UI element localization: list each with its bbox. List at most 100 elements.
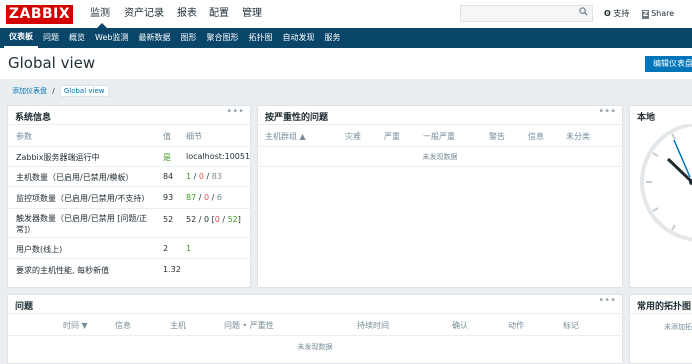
breadcrumb-root[interactable]: 添加仪表盘 <box>12 87 47 95</box>
page-title: Global view <box>8 54 96 72</box>
clock-widget: 本地 <box>629 105 692 288</box>
tab-services[interactable]: 服务 <box>319 28 345 48</box>
favourite-maps-widget: 常用的拓扑图 未添加拓扑图 <box>629 294 692 364</box>
col-time[interactable]: 时间 ▼ <box>63 320 88 331</box>
widget-menu-icon[interactable]: ••• <box>598 295 616 307</box>
table-row: 主机数量（已启用/已禁用/模板） 84 1 / 0 / 83 <box>8 167 250 187</box>
menu-administration[interactable]: 管理 <box>237 0 269 28</box>
row-detail: 52 / 0 [0 / 52] <box>186 215 241 224</box>
no-maps-text: 未添加拓扑图 <box>664 323 692 331</box>
support-label: 支持 <box>613 9 630 18</box>
search-input[interactable] <box>460 5 593 22</box>
row-value: 2 <box>163 244 169 253</box>
col-info: 信息 <box>528 132 544 141</box>
col-problem-severity: 问题 • 严重性 <box>224 321 274 330</box>
tab-graphs[interactable]: 图形 <box>175 28 201 48</box>
widget-header: 系统信息 ••• <box>8 106 250 125</box>
tab-maps[interactable]: 拓扑图 <box>243 28 277 48</box>
menu-monitoring[interactable]: 监测 <box>85 0 119 28</box>
row-param: 主机数量（已启用/已禁用/模板） <box>16 173 134 182</box>
no-data-text: 未发现数据 <box>422 153 458 161</box>
col-tags: 标记 <box>563 321 579 330</box>
page-header: Global view 编辑仪表盘 <box>0 48 692 79</box>
col-warning: 警告 <box>489 132 505 141</box>
table-row: 用户数(线上) 2 1 <box>8 238 250 259</box>
table-header-row: 主机群组 ▲ 灾难 严重 一般严重 警告 信息 未分类 <box>258 125 622 147</box>
share-label: Share <box>651 9 675 18</box>
col-disaster: 灾难 <box>345 132 361 141</box>
table-row: Zabbix服务器端运行中 是 localhost:10051 <box>8 147 250 167</box>
col-ack: 确认 <box>452 321 468 330</box>
col-host: 主机 <box>170 321 186 330</box>
row-detail: 1 / 0 / 83 <box>186 172 222 181</box>
table-row: 触发器数量（已启用/已禁用 [问题/正常]） 52 52 / 0 [0 / 52… <box>8 209 250 238</box>
row-value: 84 <box>163 172 174 181</box>
menu-inventory[interactable]: 资产记录 <box>119 0 172 28</box>
widget-header: 问题 ••• <box>8 295 622 314</box>
problems-by-severity-widget: 按严重性的问题 ••• 主机群组 ▲ 灾难 严重 一般严重 警告 信息 未分类 … <box>257 105 623 288</box>
widget-title: 常用的拓扑图 <box>637 302 692 312</box>
row-detail: localhost:10051 <box>186 152 251 161</box>
row-param: Zabbix服务器端运行中 <box>16 153 100 162</box>
col-value: 值 <box>163 132 171 141</box>
tab-screens[interactable]: 聚合图形 <box>201 28 243 48</box>
breadcrumb-current[interactable]: Global view <box>59 85 109 97</box>
row-param: 用户数(线上) <box>16 245 63 254</box>
widget-menu-icon[interactable]: ••• <box>226 106 244 118</box>
row-param: 监控项数量（已启用/已禁用/不支持） <box>16 194 150 203</box>
tab-dashboard[interactable]: 仪表板 <box>4 28 38 48</box>
widget-title: 按严重性的问题 <box>265 113 329 123</box>
main-menu: 监测 资产记录 报表 配置 管理 <box>85 0 269 28</box>
col-host-group[interactable]: 主机群组 ▲ <box>265 131 306 142</box>
share-icon: Z <box>642 10 650 19</box>
support-link[interactable]: ʘ 支持 <box>604 0 629 28</box>
row-value: 52 <box>163 215 174 224</box>
col-average: 一般严重 <box>423 132 455 141</box>
row-param: 要求的主机性能, 每秒新值 <box>16 266 110 275</box>
row-param: 触发器数量（已启用/已禁用 [问题/正常]） <box>16 214 148 234</box>
col-unclassified: 未分类 <box>566 132 590 141</box>
top-bar: ZABBIX 监测 资产记录 报表 配置 管理 ʘ 支持 Z Share <box>0 0 692 28</box>
search-icon[interactable] <box>579 7 588 21</box>
system-info-widget: 系统信息 ••• 参数 值 细节 Zabbix服务器端运行中 是 localho… <box>7 105 251 288</box>
row-value: 93 <box>163 193 174 202</box>
table-row: 要求的主机性能, 每秒新值 1.32 <box>8 259 250 281</box>
row-detail: 87 / 0 / 6 <box>186 193 222 202</box>
table-row: 监控项数量（已启用/已禁用/不支持） 93 87 / 0 / 6 <box>8 187 250 209</box>
breadcrumb: 添加仪表盘 / Global view <box>12 85 109 97</box>
row-value: 是 <box>163 153 171 162</box>
widget-title: 系统信息 <box>15 113 52 123</box>
problems-widget: 问题 ••• 时间 ▼ 信息 主机 问题 • 严重性 持续时间 确认 动作 标记… <box>7 294 623 364</box>
col-param: 参数 <box>16 132 32 141</box>
divider <box>258 166 622 167</box>
edit-dashboard-button[interactable]: 编辑仪表盘 <box>645 56 692 72</box>
tab-discovery[interactable]: 自动发现 <box>277 28 319 48</box>
no-data-text: 未发现数据 <box>297 343 333 351</box>
row-value: 1.32 <box>163 265 181 274</box>
tab-latest-data[interactable]: 最新数据 <box>133 28 175 48</box>
sub-nav: 仪表板 问题 概览 Web监测 最新数据 图形 聚合图形 拓扑图 自动发现 服务 <box>0 28 692 48</box>
menu-reports[interactable]: 报表 <box>172 0 204 28</box>
col-high: 严重 <box>384 132 400 141</box>
widget-menu-icon[interactable]: ••• <box>598 106 616 118</box>
widget-header: 本地 <box>630 106 692 125</box>
row-detail: 1 <box>186 244 192 253</box>
table-header-row: 时间 ▼ 信息 主机 问题 • 严重性 持续时间 确认 动作 标记 <box>8 314 622 336</box>
support-icon: ʘ <box>604 9 611 18</box>
tab-overview[interactable]: 概览 <box>64 28 90 48</box>
widget-header: 按严重性的问题 ••• <box>258 106 622 125</box>
breadcrumb-separator: / <box>52 87 55 95</box>
col-detail: 细节 <box>186 132 202 141</box>
widget-header: 常用的拓扑图 <box>630 295 692 314</box>
col-duration: 持续时间 <box>357 321 389 330</box>
tab-web[interactable]: Web监测 <box>90 28 133 48</box>
tab-problems[interactable]: 问题 <box>38 28 64 48</box>
col-actions: 动作 <box>508 321 524 330</box>
widget-title: 问题 <box>15 302 34 312</box>
table-header-row: 参数 值 细节 <box>8 125 250 147</box>
col-info: 信息 <box>115 321 131 330</box>
widget-title: 本地 <box>637 113 656 123</box>
share-link[interactable]: Z Share <box>642 0 674 28</box>
menu-configuration[interactable]: 配置 <box>204 0 237 28</box>
zabbix-logo[interactable]: ZABBIX <box>6 5 73 24</box>
